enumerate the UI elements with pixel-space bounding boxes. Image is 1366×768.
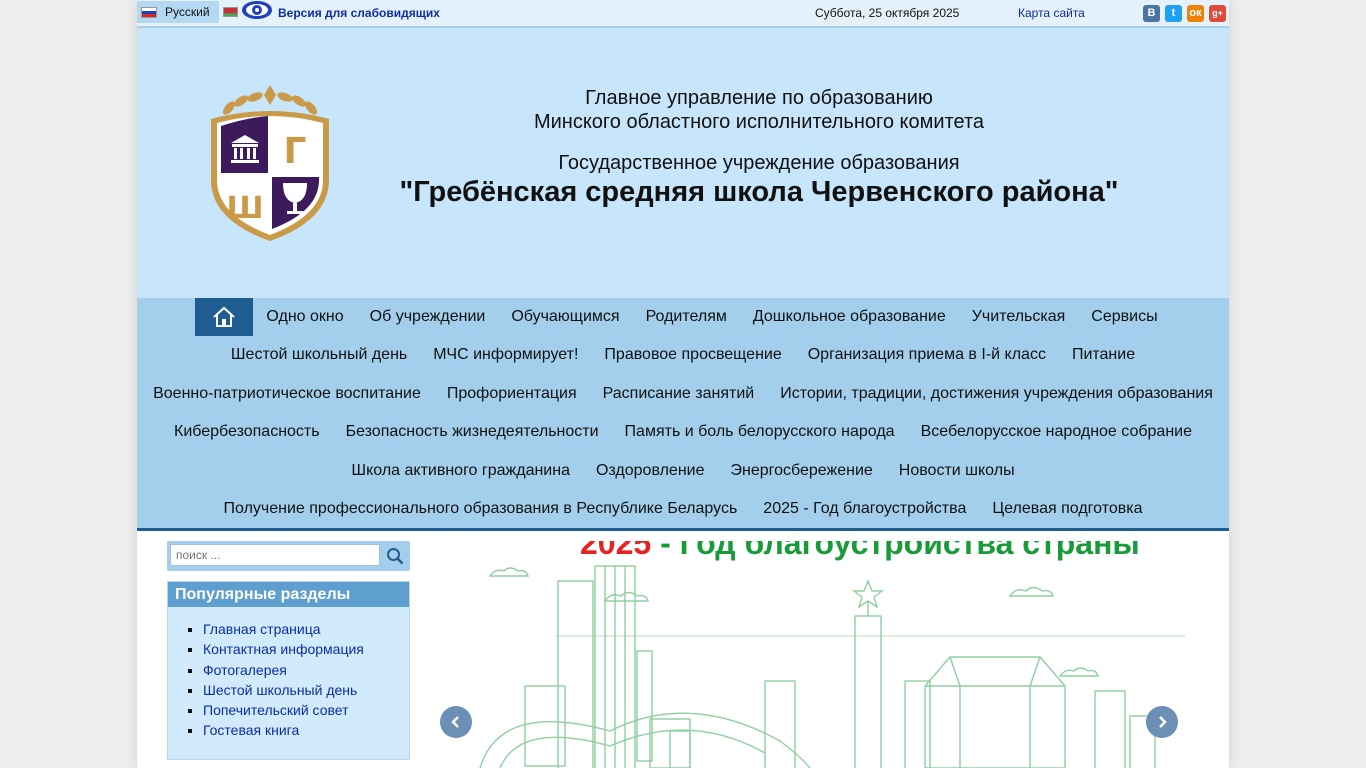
main-navigation: Одно окно Об учреждении Обучающимся Роди…	[137, 298, 1229, 531]
accessibility-version-link[interactable]: Версия для слабовидящих	[278, 6, 440, 20]
search-box	[167, 541, 410, 571]
slide-image	[479, 565, 1185, 768]
nav-item[interactable]: Организация приема в I-й класс	[795, 336, 1059, 374]
chevron-left-icon	[451, 716, 459, 728]
slider-next-button[interactable]	[1146, 706, 1178, 738]
eye-icon[interactable]	[241, 0, 273, 20]
nav-item[interactable]: Обучающимся	[498, 298, 632, 336]
popular-link[interactable]: Главная страница	[203, 621, 321, 637]
top-bar: Русский Версия для слабовидящих Суббота,…	[137, 0, 1229, 28]
nav-item[interactable]: Правовое просвещение	[591, 336, 794, 374]
popular-sections: Популярные разделы Главная страница Конт…	[167, 581, 410, 760]
nav-row-6: Получение профессионального образования …	[137, 490, 1229, 528]
header-line-1: Главное управление по образованию	[585, 87, 933, 109]
header-line-3: Государственное учреждение образования	[558, 152, 960, 174]
search-icon	[387, 548, 404, 565]
nav-item[interactable]: Получение профессионального образования …	[211, 490, 751, 528]
nav-item[interactable]: Безопасность жизнедеятельности	[333, 413, 612, 451]
nav-item[interactable]: Энергосбережение	[717, 452, 885, 490]
list-item: Фотогалерея	[203, 660, 409, 680]
search-input[interactable]	[170, 544, 380, 566]
nav-item[interactable]: Память и боль белорусского народа	[612, 413, 908, 451]
nav-item[interactable]: Одно окно	[253, 298, 356, 336]
nav-item[interactable]: Родителям	[633, 298, 740, 336]
svg-text:Ш: Ш	[226, 191, 263, 226]
russia-flag-icon	[141, 6, 157, 18]
page: Русский Версия для слабовидящих Суббота,…	[137, 0, 1229, 768]
vk-icon[interactable]: В	[1143, 5, 1160, 22]
site-header: Г Ш Главное управление по образованию Ми…	[137, 28, 1229, 298]
home-icon	[213, 306, 236, 327]
nav-item[interactable]: Всебелорусское народное собрание	[908, 413, 1205, 451]
image-slider: 2025 - Год благоустройства страны	[440, 541, 1200, 768]
nav-item[interactable]: 2025 - Год благоустройства	[750, 490, 979, 528]
nav-item[interactable]: Истории, традиции, достижения учреждения…	[767, 375, 1226, 413]
list-item: Контактная информация	[203, 639, 409, 659]
list-item: Главная страница	[203, 619, 409, 639]
slide-title-text: - Год благоустройства страны	[660, 541, 1140, 561]
school-name: "Гребёнская средняя школа Червенского ра…	[399, 176, 1119, 208]
popular-link[interactable]: Гостевая книга	[203, 722, 299, 738]
nav-item[interactable]: Профориентация	[434, 375, 590, 413]
popular-link[interactable]: Шестой школьный день	[203, 682, 357, 698]
nav-item[interactable]: Военно-патриотическое воспитание	[140, 375, 434, 413]
nav-item[interactable]: Оздоровление	[583, 452, 718, 490]
nav-row-3: Военно-патриотическое воспитание Профори…	[137, 375, 1229, 413]
list-item: Гостевая книга	[203, 720, 409, 740]
nav-row-4: Кибербезопасность Безопасность жизнедеят…	[137, 413, 1229, 451]
chevron-right-icon	[1159, 716, 1167, 728]
search-button[interactable]	[382, 544, 408, 568]
nav-item[interactable]: Целевая подготовка	[979, 490, 1155, 528]
nav-row-1: Одно окно Об учреждении Обучающимся Роди…	[137, 298, 1229, 336]
slide-title-year: 2025	[580, 541, 652, 561]
sitemap-link[interactable]: Карта сайта	[1018, 6, 1085, 20]
popular-sections-title: Популярные разделы	[168, 582, 409, 609]
popular-link[interactable]: Фотогалерея	[203, 662, 287, 678]
nav-item[interactable]: Сервисы	[1078, 298, 1170, 336]
nav-item[interactable]: Школа активного гражданина	[338, 452, 583, 490]
nav-item[interactable]: Об учреждении	[357, 298, 499, 336]
twitter-icon[interactable]: t	[1165, 5, 1182, 22]
nav-item[interactable]: Шестой школьный день	[218, 336, 420, 374]
nav-row-5: Школа активного гражданина Оздоровление …	[137, 452, 1229, 490]
nav-home[interactable]	[195, 298, 254, 336]
popular-link[interactable]: Попечительский совет	[203, 702, 349, 718]
list-item: Попечительский совет	[203, 700, 409, 720]
nav-item[interactable]: Учительская	[959, 298, 1079, 336]
svg-text:Г: Г	[284, 131, 307, 172]
nav-item[interactable]: Питание	[1059, 336, 1148, 374]
current-date: Суббота, 25 октября 2025	[815, 6, 960, 20]
nav-item[interactable]: Новости школы	[886, 452, 1028, 490]
nav-item[interactable]: Расписание занятий	[590, 375, 768, 413]
google-plus-icon[interactable]: g+	[1209, 5, 1226, 22]
slider-prev-button[interactable]	[440, 706, 472, 738]
language-selector-ru[interactable]: Русский	[137, 1, 219, 23]
nav-item[interactable]: Дошкольное образование	[740, 298, 959, 336]
nav-row-2: Шестой школьный день МЧС информирует! Пр…	[137, 336, 1229, 374]
odnoklassniki-icon[interactable]: ок	[1187, 5, 1204, 22]
list-item: Шестой школьный день	[203, 680, 409, 700]
nav-item[interactable]: Кибербезопасность	[161, 413, 333, 451]
popular-list: Главная страница Контактная информация Ф…	[168, 619, 409, 741]
school-logo[interactable]: Г Ш	[205, 85, 335, 243]
slide-title: 2025 - Год благоустройства страны	[580, 541, 1140, 562]
nav-item[interactable]: МЧС информирует!	[420, 336, 591, 374]
language-label: Русский	[165, 5, 210, 19]
header-line-2: Минского областного исполнительного коми…	[533, 111, 985, 133]
belarus-flag-icon[interactable]	[223, 7, 238, 17]
popular-link[interactable]: Контактная информация	[203, 641, 364, 657]
